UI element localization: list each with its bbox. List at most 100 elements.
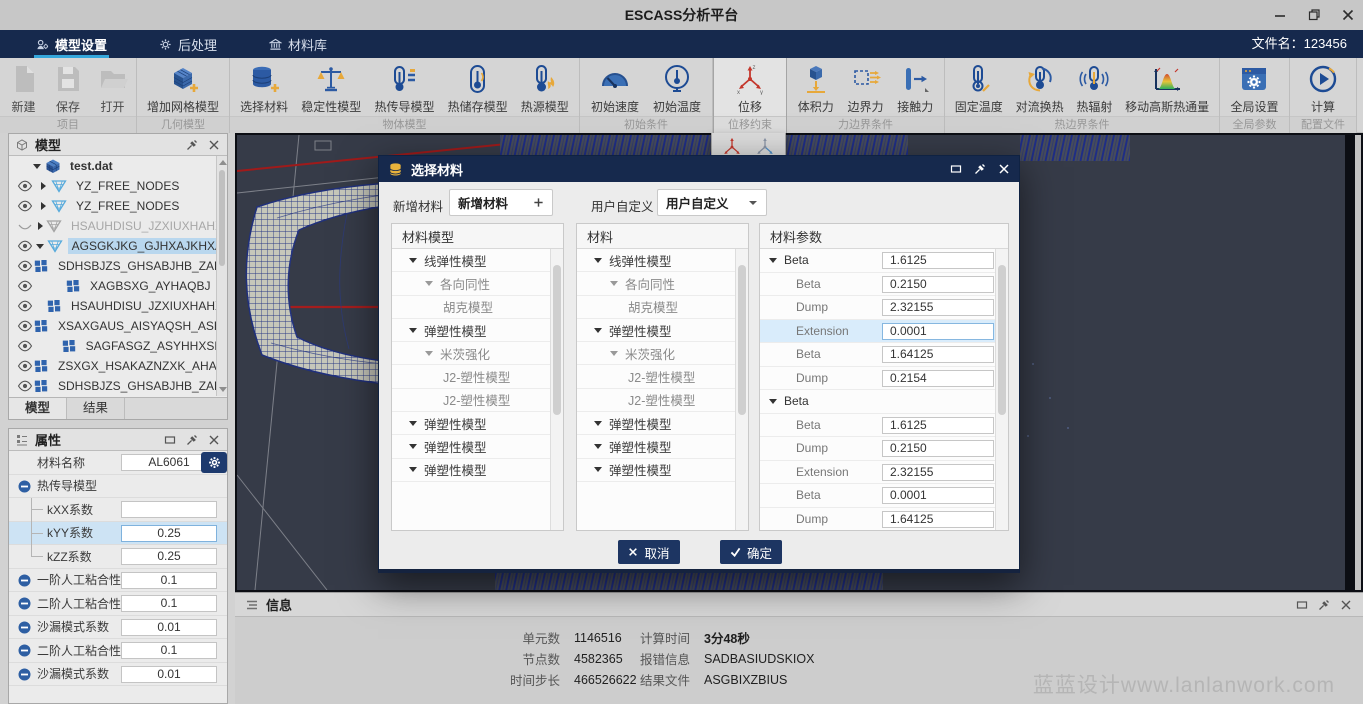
material-tree-item[interactable]: 胡克模型 xyxy=(577,296,735,319)
ribbon-button-material-database[interactable]: 选择材料 xyxy=(237,60,291,116)
property-value-input[interactable]: 0.1 xyxy=(121,572,217,589)
caret-down-icon[interactable] xyxy=(769,258,777,263)
pin-icon[interactable] xyxy=(185,138,199,152)
material-tree-item[interactable]: 线弹性模型 xyxy=(577,249,735,272)
caret-down-icon[interactable] xyxy=(610,281,618,286)
property-value-input[interactable]: 0.01 xyxy=(121,619,217,636)
caret-down-icon[interactable] xyxy=(425,351,433,356)
caret-down-icon[interactable] xyxy=(594,258,602,263)
footer-tab-结果[interactable]: 结果 xyxy=(67,398,125,419)
material-param-row[interactable]: Beta1.6125 xyxy=(760,414,995,438)
caret-down-icon[interactable] xyxy=(425,281,433,286)
ribbon-button-initial-velocity-gauge[interactable]: 初始速度 xyxy=(588,60,642,116)
property-row[interactable]: 二阶人工粘合性0.1 xyxy=(9,639,227,663)
tab-material-library[interactable]: 材料库 xyxy=(269,30,327,58)
ribbon-button-gaussian-heat-flux[interactable]: 移动高斯热通量 xyxy=(1122,60,1212,116)
eye-open-icon[interactable] xyxy=(17,238,33,254)
material-tree-item[interactable]: 弹塑性模型 xyxy=(577,319,735,342)
ribbon-button-heat-conduction[interactable]: 热传导模型 xyxy=(371,60,437,116)
param-value-input[interactable]: 0.2150 xyxy=(882,440,994,457)
property-value-input[interactable]: 0.1 xyxy=(121,595,217,612)
ribbon-button-heat-source[interactable]: 热源模型 xyxy=(518,60,572,116)
tree-item[interactable]: XSAXGAUS_AISYAQSH_ASHX xyxy=(9,316,227,336)
property-value-input[interactable] xyxy=(121,501,217,518)
eye-open-icon[interactable] xyxy=(17,178,33,194)
ribbon-button-heat-storage[interactable]: 热储存模型 xyxy=(445,60,511,116)
material-tree-item[interactable]: 米茨强化 xyxy=(577,342,735,365)
material-param-row[interactable]: Beta xyxy=(760,390,995,414)
property-row[interactable]: 沙漏模式系数0.01 xyxy=(9,663,227,687)
property-value-input[interactable]: 0.01 xyxy=(121,666,217,683)
caret-down-icon[interactable] xyxy=(409,467,417,472)
property-row[interactable]: 二阶人工粘合性0.1 xyxy=(9,592,227,616)
property-value-input[interactable]: 0.25 xyxy=(121,525,217,542)
scroll-up-icon[interactable] xyxy=(217,156,228,168)
close-icon[interactable] xyxy=(997,163,1010,176)
eye-open-icon[interactable] xyxy=(17,378,33,394)
caret-down-icon[interactable] xyxy=(610,351,618,356)
tree-item[interactable]: ZSXGX_HSAKAZNZXK_AHASX xyxy=(9,356,227,376)
material-tree-item[interactable]: J2-塑性模型 xyxy=(577,365,735,388)
caret-down-icon[interactable] xyxy=(36,244,44,249)
caret-right-icon[interactable] xyxy=(41,182,46,190)
tab-post-processing[interactable]: 后处理 xyxy=(159,30,217,58)
minimize-icon[interactable] xyxy=(1269,4,1291,26)
ribbon-button-fixed-temperature[interactable]: 固定温度 xyxy=(952,60,1006,116)
caret-down-icon[interactable] xyxy=(594,421,602,426)
close-icon[interactable] xyxy=(207,433,221,447)
scroll-down-icon[interactable] xyxy=(217,384,228,396)
maximize-icon[interactable] xyxy=(1303,4,1325,26)
cancel-button[interactable]: 取消 xyxy=(618,540,680,564)
scrollbar[interactable] xyxy=(735,249,748,530)
new-material-input[interactable]: 新增材料 xyxy=(449,189,553,216)
pin-icon[interactable] xyxy=(973,163,986,176)
tree-root[interactable]: test.dat xyxy=(9,156,227,176)
param-value-input[interactable]: 0.0001 xyxy=(882,487,994,504)
material-param-row[interactable]: Beta0.2150 xyxy=(760,273,995,297)
footer-tab-模型[interactable]: 模型 xyxy=(9,398,67,419)
ok-button[interactable]: 确定 xyxy=(720,540,782,564)
eye-closed-icon[interactable] xyxy=(17,218,33,234)
param-value-input[interactable]: 1.6125 xyxy=(882,252,994,269)
caret-down-icon[interactable] xyxy=(594,444,602,449)
property-row[interactable]: 热传导模型 xyxy=(9,475,227,499)
material-tree-item[interactable]: 各向同性 xyxy=(577,272,735,295)
caret-right-icon[interactable] xyxy=(38,222,43,230)
minus-circle-icon[interactable] xyxy=(18,668,31,681)
ribbon-button-compute-play[interactable]: 计算 xyxy=(1302,60,1344,116)
ribbon-button-global-settings-gear[interactable]: 全局设置 xyxy=(1227,60,1281,116)
tree-item[interactable]: XAGBSXG_AYHAQBJ xyxy=(9,276,227,296)
ribbon-button-add-mesh-cube[interactable]: 增加网格模型 xyxy=(144,60,222,116)
property-row[interactable]: 材料名称AL6061 xyxy=(9,451,227,475)
caret-down-icon[interactable] xyxy=(409,328,417,333)
eye-open-icon[interactable] xyxy=(17,198,33,214)
param-value-input[interactable]: 2.32155 xyxy=(882,464,994,481)
tree-item[interactable]: SAGFASGZ_ASYHHXSN xyxy=(9,336,227,356)
ribbon-button-body-force[interactable]: 体积力 xyxy=(795,60,837,116)
minus-circle-icon[interactable] xyxy=(18,480,31,493)
param-value-input[interactable]: 2.32155 xyxy=(882,299,994,316)
property-value-input[interactable]: 0.25 xyxy=(121,548,217,565)
property-value-input[interactable]: 0.1 xyxy=(121,642,217,659)
material-tree-item[interactable]: J2-塑性模型 xyxy=(392,365,550,388)
tree-item[interactable]: HSAUHDISU_JZXIUXHAHX xyxy=(9,296,227,316)
material-param-row[interactable]: Beta0.0001 xyxy=(760,484,995,508)
ribbon-button-initial-temperature[interactable]: 初始温度 xyxy=(650,60,704,116)
eye-open-icon[interactable] xyxy=(17,338,33,354)
scrollbar[interactable] xyxy=(995,249,1008,530)
ribbon-button-convection[interactable]: 对流换热 xyxy=(1013,60,1067,116)
param-value-input[interactable]: 1.6125 xyxy=(882,417,994,434)
close-icon[interactable] xyxy=(207,138,221,152)
material-tree-item[interactable]: 弹塑性模型 xyxy=(392,459,550,482)
minus-circle-icon[interactable] xyxy=(18,574,31,587)
material-param-row[interactable]: Extension2.32155 xyxy=(760,461,995,485)
param-value-input[interactable]: 0.2150 xyxy=(882,276,994,293)
material-tree-item[interactable]: 弹塑性模型 xyxy=(577,412,735,435)
plus-icon[interactable] xyxy=(533,197,544,208)
caret-down-icon[interactable] xyxy=(769,399,777,404)
ribbon-button-thermal-radiation[interactable]: 热辐射 xyxy=(1073,60,1115,116)
material-param-row[interactable]: Dump1.64125 xyxy=(760,508,995,531)
pin-icon[interactable] xyxy=(1317,598,1331,612)
model-tree-scrollbar[interactable] xyxy=(216,156,227,396)
caret-right-icon[interactable] xyxy=(41,202,46,210)
